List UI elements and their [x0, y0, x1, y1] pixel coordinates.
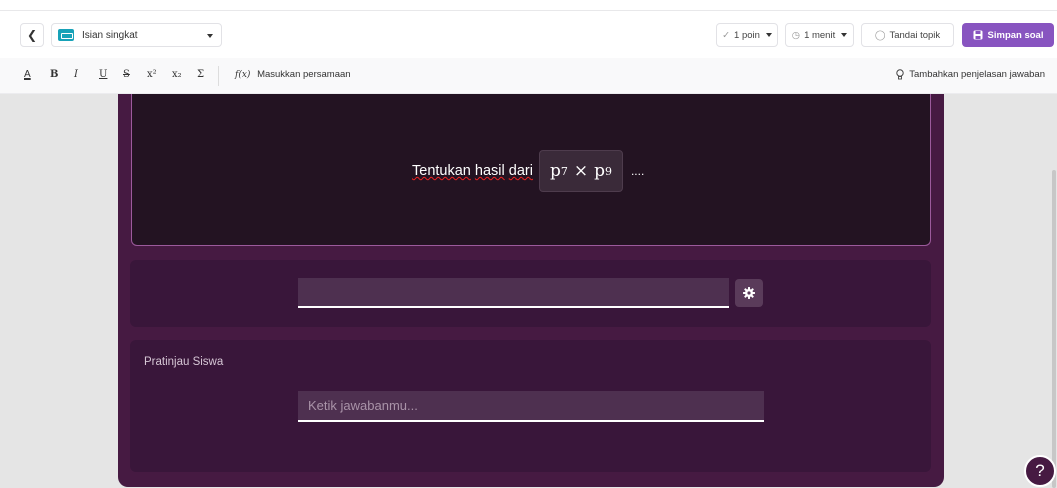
gear-icon — [743, 287, 755, 299]
question-word-3: dari — [508, 163, 533, 179]
back-button[interactable]: ❮ — [20, 23, 44, 47]
save-question-button[interactable]: Simpan soal — [962, 23, 1054, 47]
add-explanation-label: Tambahkan penjelasan jawaban — [909, 69, 1045, 80]
bold-button[interactable]: B — [50, 69, 58, 80]
check-icon: ✓ — [722, 29, 731, 41]
scrollbar[interactable] — [1052, 170, 1056, 488]
insert-equation-button[interactable]: f(x) Masukkan persamaan — [235, 69, 351, 80]
points-label: 1 poin — [734, 29, 760, 41]
insert-equation-label: Masukkan persamaan — [257, 69, 351, 80]
text-color-button[interactable]: A — [24, 69, 31, 80]
symbol-button[interactable]: Σ — [197, 69, 204, 80]
question-text-area[interactable]: Tentukan hasil dari p7 × p9 .... — [131, 94, 931, 246]
tag-topic-label: Tandai topik — [889, 29, 941, 41]
student-answer-input[interactable] — [298, 391, 764, 422]
correct-answer-input[interactable] — [298, 278, 729, 308]
caret-down-icon — [841, 33, 848, 37]
caret-down-icon — [207, 34, 213, 38]
math-operator: × — [573, 161, 589, 181]
student-preview-label: Pratinjau Siswa — [144, 356, 224, 368]
short-answer-icon — [58, 29, 74, 41]
answer-settings-button[interactable] — [735, 279, 763, 307]
underline-button[interactable]: U — [99, 69, 107, 80]
time-label: 1 menit — [804, 29, 836, 41]
question-type-label: Isian singkat — [82, 29, 138, 41]
question-mark-icon: ? — [1035, 461, 1045, 480]
chevron-left-icon: ❮ — [26, 28, 38, 42]
question-text: Tentukan hasil dari p7 × p9 .... — [412, 150, 644, 192]
add-explanation-button[interactable]: Tambahkan penjelasan jawaban — [896, 69, 1045, 80]
answer-section — [130, 260, 931, 327]
tag-topic-button[interactable]: ◯ Tandai topik — [861, 23, 954, 47]
save-label: Simpan soal — [987, 29, 1044, 41]
clock-icon: ◷ — [791, 29, 801, 41]
save-icon — [973, 30, 983, 40]
question-word-2: hasil — [474, 163, 505, 179]
math-base-2: p — [594, 161, 605, 181]
toolbar-divider — [218, 66, 219, 86]
student-preview-section: Pratinjau Siswa — [130, 340, 931, 472]
points-dropdown[interactable]: ✓ 1 poin — [716, 23, 778, 47]
strikethrough-button[interactable]: S — [123, 69, 130, 80]
question-editor: Tentukan hasil dari p7 × p9 .... Pratinj… — [118, 94, 944, 487]
tag-icon: ◯ — [874, 29, 886, 41]
help-button[interactable]: ? — [1024, 455, 1056, 487]
function-icon: f(x) — [235, 70, 251, 80]
math-exponent-2: 9 — [604, 164, 612, 178]
caret-down-icon — [765, 33, 772, 37]
math-equation[interactable]: p7 × p9 — [538, 150, 623, 192]
math-exponent-1: 7 — [560, 164, 568, 178]
superscript-button[interactable]: x² — [147, 69, 157, 80]
formatting-toolbar: A B I U S x² x₂ Σ f(x) Masukkan persamaa… — [0, 58, 1057, 94]
question-topbar: ❮ Isian singkat ✓ 1 poin ◷ 1 menit ◯ Tan… — [0, 10, 1057, 58]
editor-canvas: Tentukan hasil dari p7 × p9 .... Pratinj… — [0, 94, 1057, 488]
italic-button[interactable]: I — [74, 69, 78, 80]
question-type-select[interactable]: Isian singkat — [51, 23, 222, 47]
math-base-1: p — [549, 161, 561, 181]
lightbulb-icon — [896, 69, 904, 80]
question-word-1: Tentukan — [412, 163, 471, 179]
subscript-button[interactable]: x₂ — [172, 69, 182, 80]
time-dropdown[interactable]: ◷ 1 menit — [785, 23, 854, 47]
question-ellipsis: .... — [630, 164, 645, 178]
